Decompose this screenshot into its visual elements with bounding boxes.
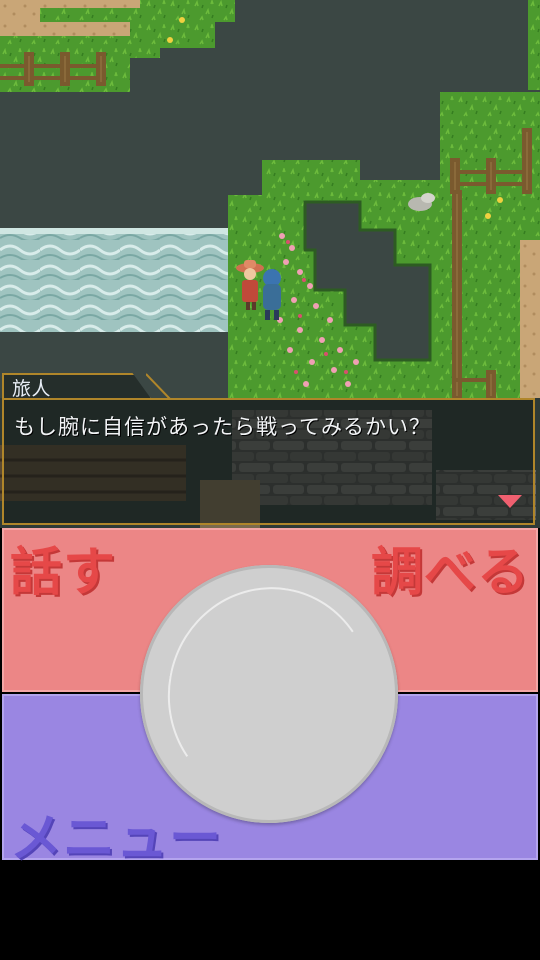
next-page-arrow-icon[interactable] <box>498 495 522 508</box>
speaker-box-edge <box>146 373 171 400</box>
virtual-joystick[interactable] <box>140 565 398 823</box>
player-sprite[interactable] <box>258 268 288 324</box>
dialog-message: もし腕に自信があったら戦ってみるかい？ <box>14 415 431 439</box>
bottom-bar <box>0 862 540 960</box>
talk-button[interactable]: 話す <box>10 530 116 605</box>
menu-button[interactable]: メニュー <box>10 796 222 871</box>
speaker-name: 旅人 <box>12 378 52 400</box>
game-screen: 旅人 もし腕に自信があったら戦ってみるかい？ 話す 調べる メニュー <box>0 0 540 960</box>
examine-button[interactable]: 調べる <box>371 530 530 605</box>
